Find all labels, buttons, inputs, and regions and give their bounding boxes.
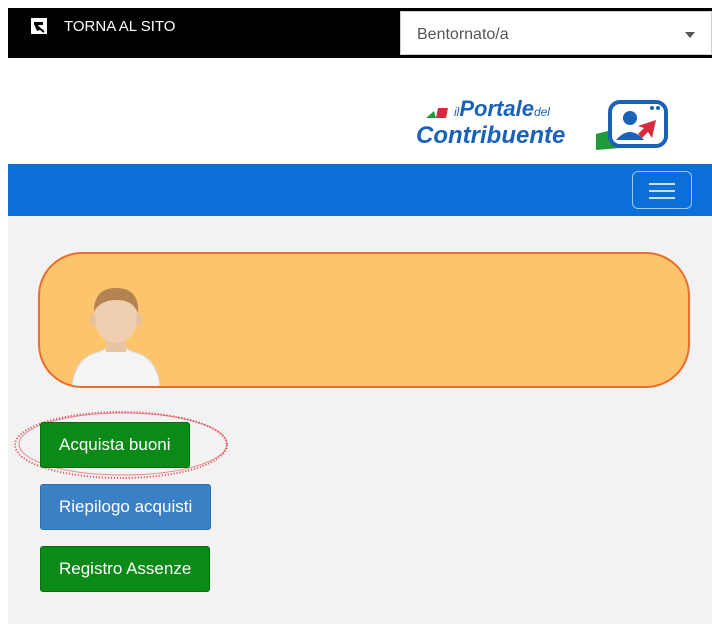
back-link-label: TORNA AL SITO — [64, 17, 176, 35]
user-screen-emblem-icon — [596, 100, 668, 150]
chevron-down-icon — [685, 32, 695, 38]
back-to-site-link[interactable]: TORNA AL SITO — [28, 14, 175, 38]
greeting-select[interactable]: Bentornato/a — [400, 11, 712, 55]
menu-line — [649, 183, 675, 185]
logo-contribuente-text: Contribuente — [416, 122, 566, 149]
absence-register-button[interactable]: Registro Assenze — [40, 546, 211, 592]
main-navbar — [8, 164, 712, 216]
purchase-summary-button[interactable]: Riepilogo acquisti — [40, 484, 212, 530]
buy-vouchers-button[interactable]: Acquista buoni — [40, 422, 190, 468]
profile-card — [38, 252, 690, 388]
hamburger-menu-button[interactable] — [632, 171, 692, 209]
menu-line — [649, 190, 675, 192]
flag-icon — [426, 108, 448, 118]
logo-suffix: del — [533, 105, 550, 119]
user-avatar-icon — [71, 288, 161, 386]
menu-line — [649, 197, 675, 199]
portale-contribuente-logo: ilPortaledel Contribuente — [412, 94, 674, 156]
return-arrow-icon — [28, 15, 50, 37]
logo-portale-text: Portale — [459, 96, 534, 121]
greeting-select-value: Bentornato/a — [417, 26, 509, 43]
